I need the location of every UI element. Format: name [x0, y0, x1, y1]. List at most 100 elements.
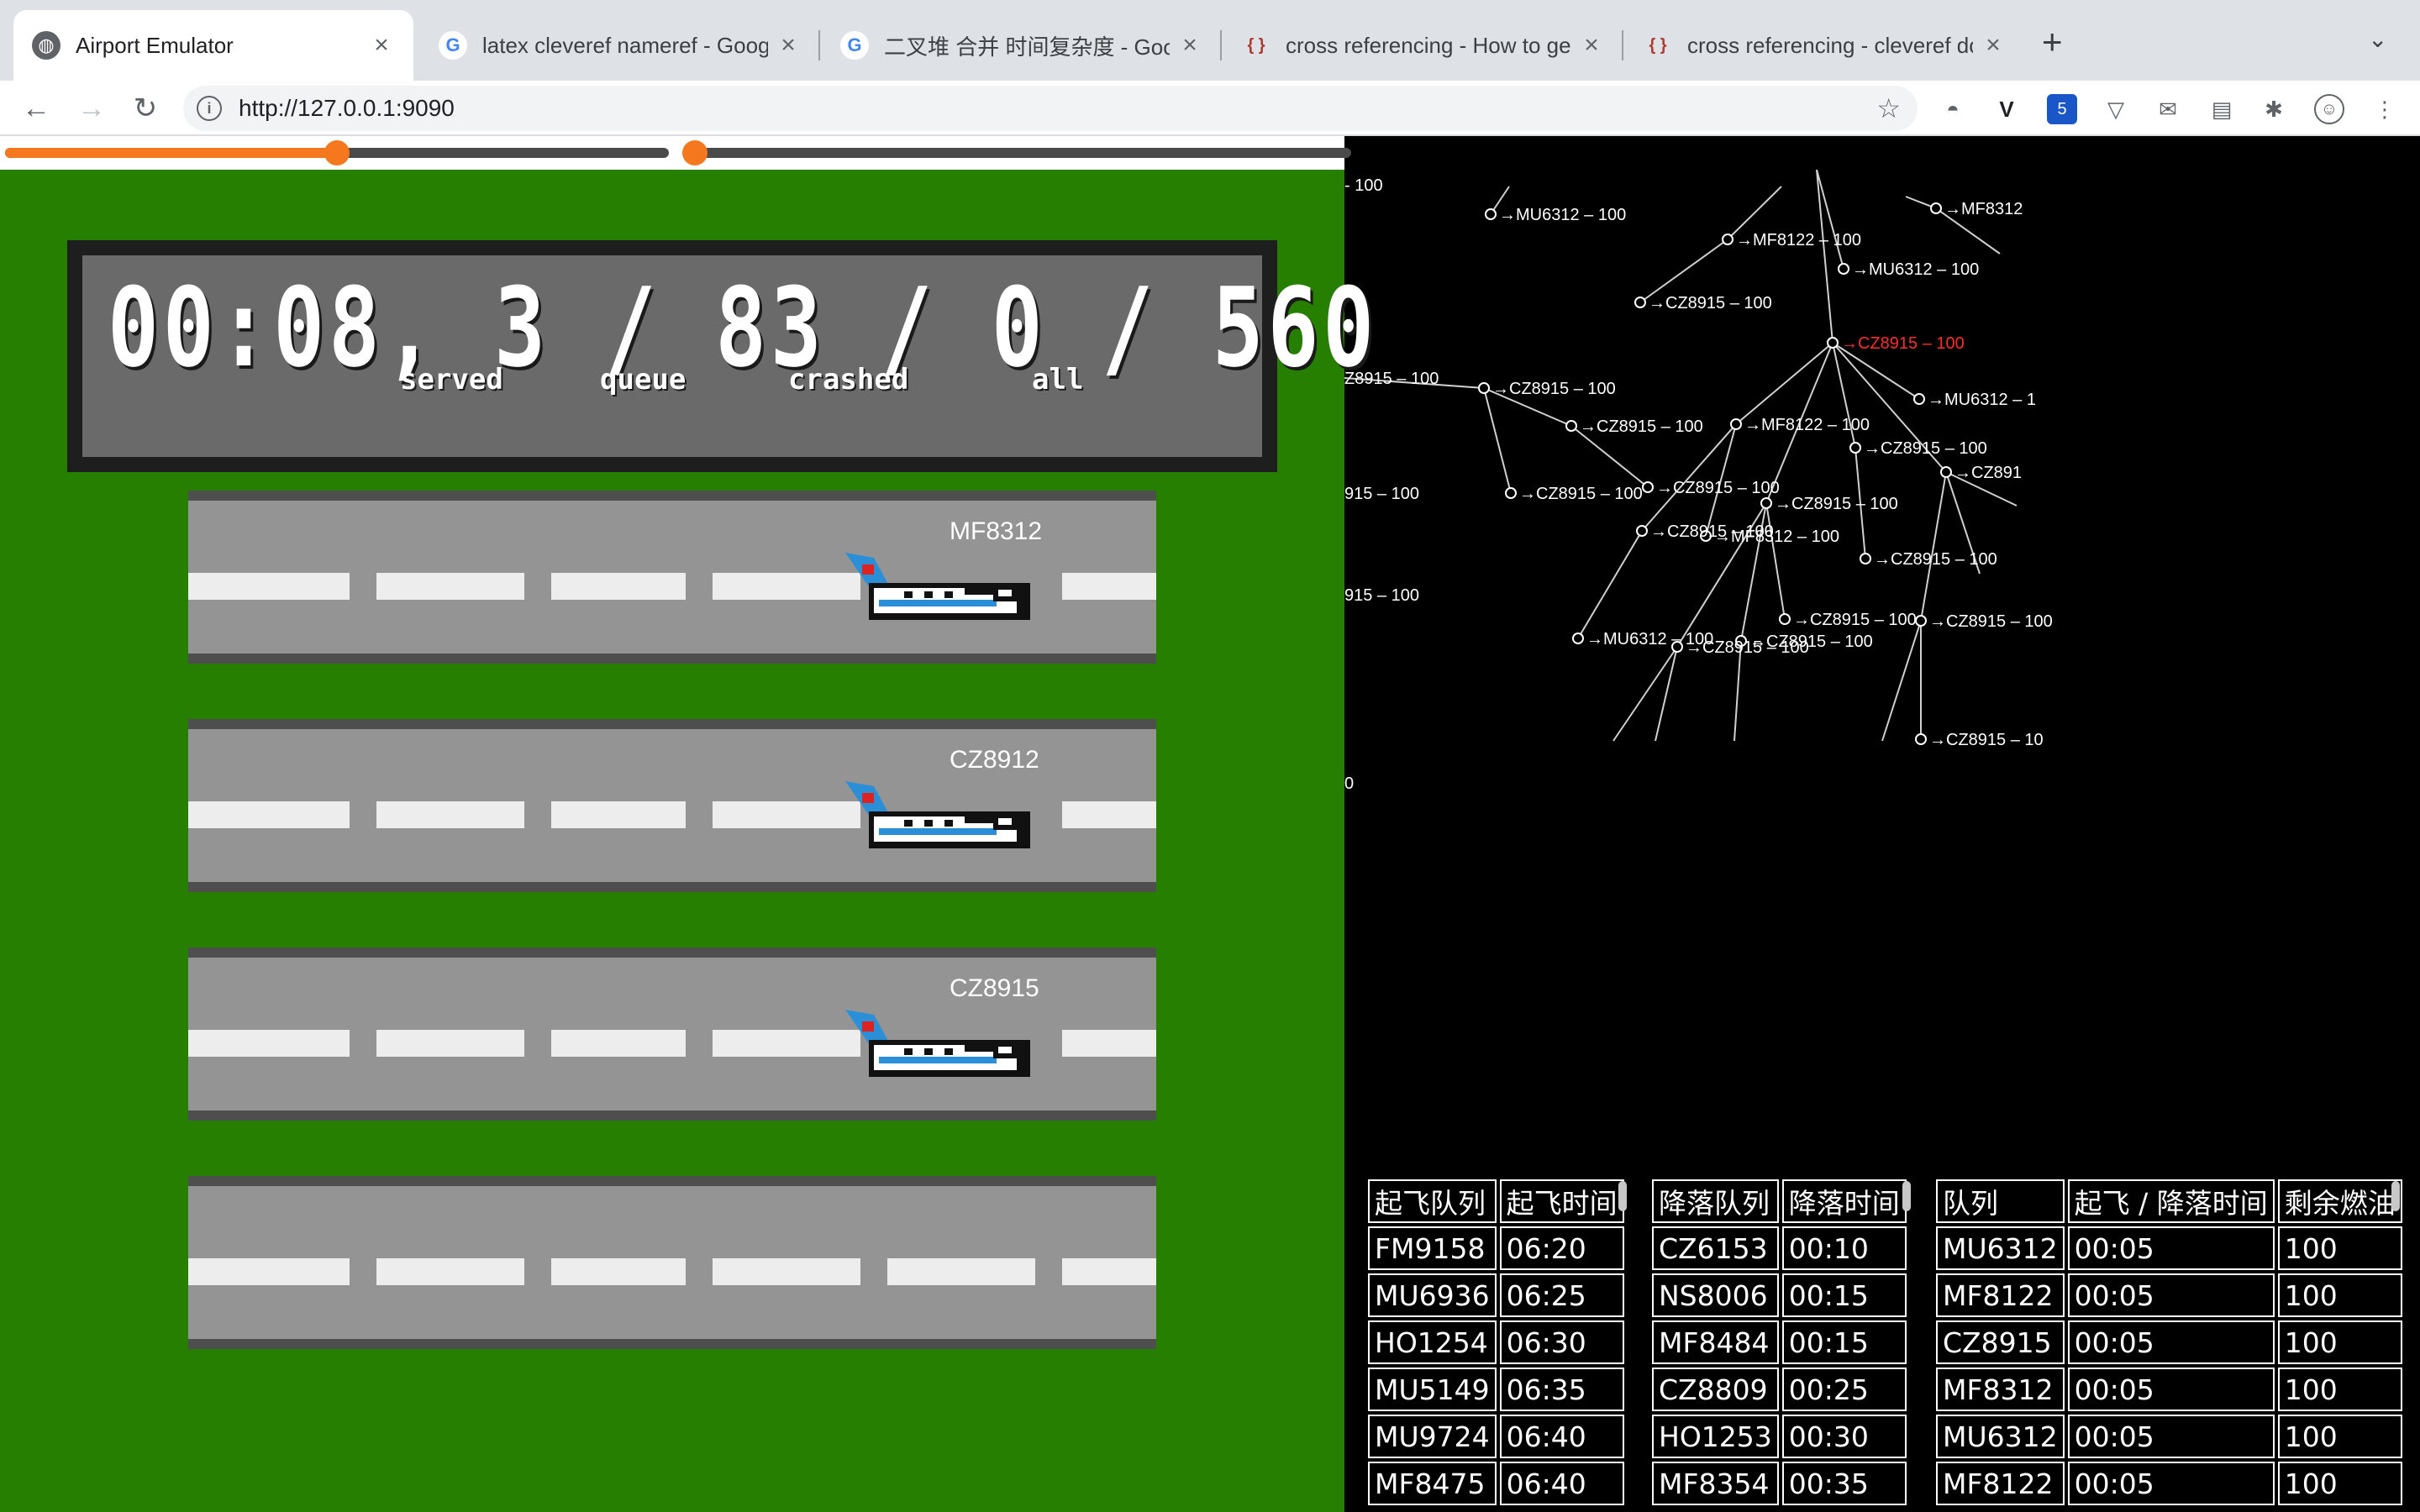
flight-cell: MF8484 — [1652, 1320, 1779, 1364]
tree-node[interactable] — [1485, 208, 1497, 220]
tree-node[interactable] — [1565, 420, 1577, 432]
tree-edge-label: 915 – 100 — [1344, 485, 1419, 503]
back-arrow-icon[interactable]: ← — [15, 87, 57, 129]
runway-marking — [1062, 1030, 1156, 1057]
queue-table-scrollbar[interactable] — [2391, 1181, 2400, 1211]
airplane-icon[interactable] — [845, 781, 1030, 865]
table-row[interactable]: MF8122 00:05 100 — [1936, 1462, 2402, 1505]
reload-icon[interactable]: ↻ — [124, 87, 166, 129]
table-row[interactable]: CZ8915 00:05 100 — [1936, 1320, 2402, 1364]
address-bar[interactable]: i http://127.0.0.1:9090 ☆ — [183, 86, 1918, 131]
runway-marking — [551, 573, 686, 600]
takeoff-table-scrollbar[interactable] — [1618, 1181, 1627, 1211]
speed-slider-thumb[interactable] — [324, 140, 350, 165]
tree-node[interactable] — [1730, 418, 1742, 430]
time-slider-track[interactable] — [682, 148, 1351, 158]
tree-nodes — [1478, 202, 1952, 745]
extension-vue-icon[interactable]: ▽ — [2101, 94, 2131, 124]
close-tab-icon[interactable]: × — [775, 31, 802, 60]
tree-node[interactable] — [1940, 466, 1952, 478]
tree-node[interactable] — [1779, 613, 1791, 625]
tab-google-heap[interactable]: G 二叉堆 合并 时间复杂度 - Google × — [822, 10, 1222, 81]
runway-marking — [188, 573, 350, 600]
airport-emulator-page: 00:08, 3 / 83 / 0 / 560 served queue cra… — [0, 136, 2420, 1512]
extension-mask-icon[interactable]: ◓ — [1938, 94, 1968, 124]
column-header: 起飞队列 — [1368, 1179, 1497, 1223]
extension-badge-icon[interactable]: 5 — [2047, 94, 2077, 124]
column-header: 队列 — [1936, 1179, 2065, 1223]
tab-airport-emulator[interactable]: ◍ Airport Emulator × — [13, 10, 413, 81]
profile-avatar-icon[interactable]: ☺ — [2314, 94, 2344, 124]
table-row[interactable]: HO1254 06:30 — [1368, 1320, 1624, 1364]
extensions-puzzle-icon[interactable]: ✱ — [2259, 94, 2289, 124]
airplane-icon[interactable] — [845, 553, 1030, 637]
extension-v-icon[interactable]: V — [1991, 94, 2022, 124]
forward-arrow-icon[interactable]: → — [71, 87, 113, 129]
flight-tree-graph[interactable]: →MU6312 – 100 →MF8122 – 100 →MU6312 – 10… — [1344, 170, 2420, 1178]
column-header: 降落时间 — [1781, 1179, 1907, 1223]
table-row[interactable]: NS8006 00:15 — [1652, 1273, 1907, 1317]
tree-node[interactable] — [1722, 234, 1733, 245]
document-icon[interactable]: ▤ — [2207, 94, 2237, 124]
info-icon[interactable]: i — [197, 96, 222, 121]
flight-cell: MF8312 — [1936, 1368, 2065, 1411]
table-row[interactable]: MF8312 00:05 100 — [1936, 1368, 2402, 1411]
time-slider-thumb[interactable] — [682, 140, 708, 165]
new-tab-button[interactable]: + — [2042, 22, 2063, 62]
bookmark-star-icon[interactable]: ☆ — [1876, 92, 1901, 124]
close-tab-icon[interactable]: × — [1176, 31, 1203, 60]
table-row[interactable]: FM9158 06:20 — [1368, 1226, 1624, 1270]
tree-node[interactable] — [1634, 297, 1646, 308]
table-row[interactable]: MF8122 00:05 100 — [1936, 1273, 2402, 1317]
table-row[interactable]: MU5149 06:35 — [1368, 1368, 1624, 1411]
tree-node[interactable] — [1913, 393, 1925, 405]
table-row[interactable]: MF8484 00:15 — [1652, 1320, 1907, 1364]
url-text[interactable]: http://127.0.0.1:9090 — [239, 95, 455, 122]
table-row[interactable]: MF8475 06:40 — [1368, 1462, 1624, 1505]
table-row[interactable]: MF8354 00:35 — [1652, 1462, 1907, 1505]
tree-node[interactable] — [1636, 525, 1648, 537]
airplane-icon[interactable] — [845, 1010, 1030, 1094]
tree-node[interactable] — [1915, 733, 1927, 745]
tree-node[interactable] — [1642, 481, 1654, 493]
close-tab-icon[interactable]: × — [1980, 31, 2007, 60]
menu-kebab-icon[interactable]: ⋮ — [2370, 94, 2400, 124]
tree-node[interactable] — [1838, 263, 1849, 275]
table-row[interactable]: MU6312 00:05 100 — [1936, 1226, 2402, 1270]
table-row[interactable]: MU6936 06:25 — [1368, 1273, 1624, 1317]
flight-cell: MU6936 — [1368, 1273, 1497, 1317]
tree-node[interactable] — [1849, 442, 1861, 454]
close-tab-icon[interactable]: × — [368, 31, 395, 60]
runway-2: CZ8912 — [188, 719, 1156, 892]
table-row[interactable]: MU6312 00:05 100 — [1936, 1415, 2402, 1458]
table-row[interactable]: CZ8809 00:25 — [1652, 1368, 1907, 1411]
close-tab-icon[interactable]: × — [1578, 31, 1605, 60]
tree-node[interactable] — [1760, 497, 1772, 509]
runway-4 — [188, 1176, 1156, 1349]
tree-node[interactable] — [1930, 202, 1942, 214]
tree-node[interactable] — [1572, 633, 1584, 644]
tree-node-label: →MU6312 – 100 — [1499, 206, 1626, 224]
table-row[interactable]: CZ6153 00:10 — [1652, 1226, 1907, 1270]
landing-table-scrollbar[interactable] — [1902, 1181, 1911, 1211]
tab-search-chevron-icon[interactable]: ⌄ — [2368, 25, 2387, 53]
tree-node-label: →CZ8915 – 100 — [1649, 294, 1772, 312]
tree-node[interactable] — [1860, 553, 1871, 564]
tab-google-cleveref[interactable]: G latex cleveref nameref - Google × — [420, 10, 820, 81]
tree-node[interactable] — [1915, 615, 1927, 627]
tab-separator — [1622, 30, 1623, 60]
fuel-cell: 100 — [2277, 1415, 2402, 1458]
tab-tex-stackexchange-2[interactable]: { } cross referencing - cleveref do × — [1625, 10, 2025, 81]
flight-cell: MU5149 — [1368, 1368, 1497, 1411]
table-row[interactable]: MU9724 06:40 — [1368, 1415, 1624, 1458]
tab-tex-stackexchange-1[interactable]: { } cross referencing - How to get × — [1223, 10, 1623, 81]
tree-node-selected[interactable] — [1827, 337, 1839, 349]
time-cell: 00:30 — [1781, 1415, 1907, 1458]
tree-node[interactable] — [1505, 487, 1517, 499]
table-row[interactable]: HO1253 00:30 — [1652, 1415, 1907, 1458]
tree-node[interactable] — [1478, 382, 1490, 394]
flight-cell: CZ6153 — [1652, 1226, 1779, 1270]
time-cell: 00:05 — [2067, 1368, 2275, 1411]
mail-icon[interactable]: ✉ — [2153, 94, 2183, 124]
tree-node-label: →CZ8915 – 100 — [1929, 612, 2053, 631]
